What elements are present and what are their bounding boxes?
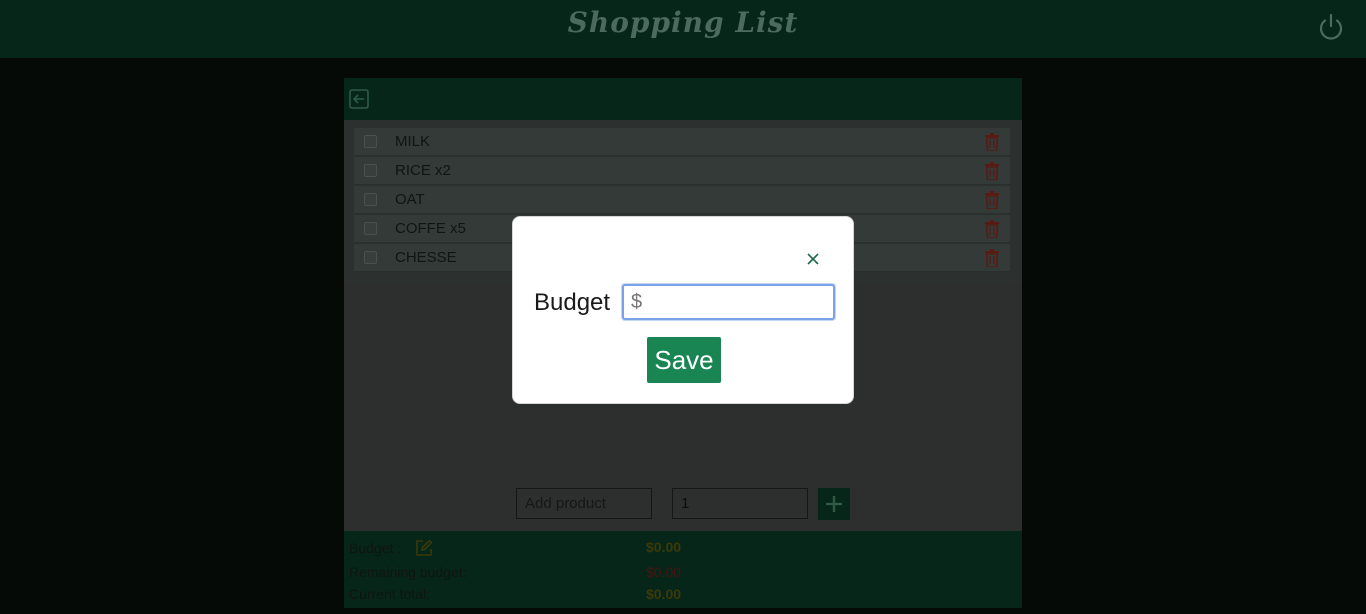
- add-product-button[interactable]: [818, 488, 850, 520]
- close-button[interactable]: [802, 248, 824, 270]
- back-button[interactable]: [349, 89, 369, 109]
- item-name: MILK: [395, 133, 431, 150]
- item-name: RICE x2: [395, 162, 451, 179]
- trash-icon[interactable]: [984, 133, 1000, 151]
- item-name: CHESSE: [395, 249, 457, 266]
- budget-modal: Budget Save: [512, 216, 854, 404]
- list-item: OAT: [354, 186, 1010, 214]
- remaining-budget-value: $0.00: [646, 564, 682, 580]
- trash-icon[interactable]: [984, 162, 1000, 180]
- power-icon: [1319, 13, 1343, 40]
- budget-value: $0.00: [646, 539, 682, 555]
- trash-icon[interactable]: [984, 220, 1000, 238]
- current-total-value: $0.00: [646, 586, 682, 602]
- budget-label: Budget :: [349, 540, 402, 556]
- power-button[interactable]: [1316, 12, 1346, 42]
- trash-icon[interactable]: [984, 249, 1000, 267]
- item-checkbox[interactable]: [364, 251, 377, 264]
- current-total-label: Current total:: [349, 586, 430, 602]
- quantity-input[interactable]: [672, 488, 808, 519]
- trash-icon[interactable]: [984, 191, 1000, 209]
- item-name: COFFE x5: [395, 220, 466, 237]
- edit-icon[interactable]: [415, 539, 433, 557]
- item-checkbox[interactable]: [364, 135, 377, 148]
- budget-summary: Budget : $0.00 Remaining budget: $0.00 C…: [344, 531, 1022, 608]
- add-product-row: [344, 488, 1022, 520]
- panel-header: [344, 78, 1022, 120]
- budget-input[interactable]: [622, 284, 835, 320]
- save-button[interactable]: Save: [647, 337, 721, 383]
- list-item: MILK: [354, 128, 1010, 156]
- add-product-input[interactable]: [516, 488, 652, 519]
- plus-icon: [826, 496, 842, 512]
- item-checkbox[interactable]: [364, 164, 377, 177]
- app-header: Shopping List: [0, 0, 1366, 58]
- item-checkbox[interactable]: [364, 222, 377, 235]
- back-arrow-icon: [349, 89, 369, 109]
- item-checkbox[interactable]: [364, 193, 377, 206]
- remaining-budget-label: Remaining budget:: [349, 564, 467, 580]
- close-icon: [807, 253, 819, 265]
- item-name: OAT: [395, 191, 425, 208]
- budget-modal-label: Budget: [534, 289, 611, 316]
- list-item: RICE x2: [354, 157, 1010, 185]
- app-title: Shopping List: [567, 6, 799, 39]
